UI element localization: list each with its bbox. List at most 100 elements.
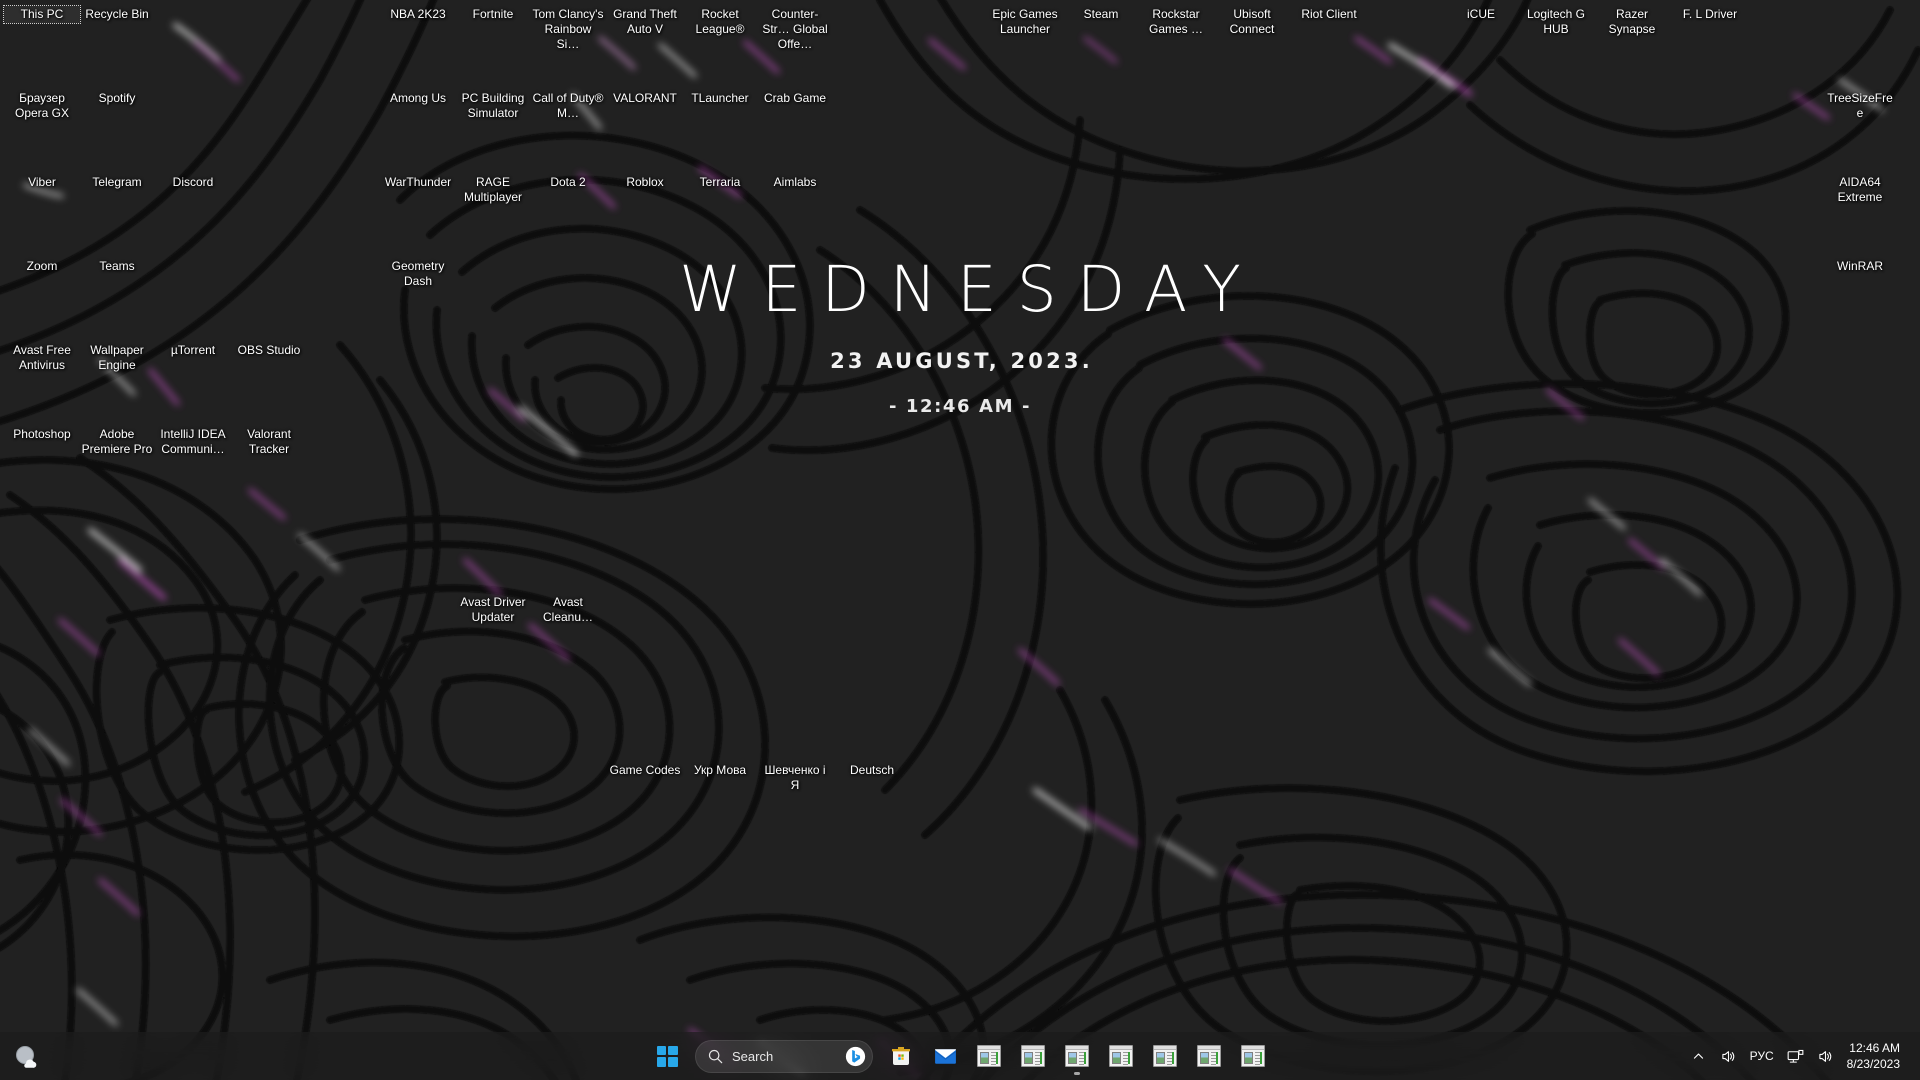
desktop-icon-label: Discord: [172, 175, 214, 189]
language-indicator[interactable]: РУС: [1744, 1038, 1780, 1074]
desktop-icon-label: Teams: [99, 259, 135, 273]
desktop-icon[interactable]: Ubisoft Connect: [1214, 6, 1290, 38]
monitor-network-icon: [1787, 1049, 1803, 1063]
start-button[interactable]: [645, 1034, 689, 1078]
desktop-icon[interactable]: F. L Driver: [1672, 6, 1748, 23]
desktop-icon[interactable]: Epic Games Launcher: [987, 6, 1063, 38]
bing-icon[interactable]: [844, 1045, 866, 1067]
desktop-icon[interactable]: Grand Theft Auto V: [607, 6, 683, 38]
desktop-icon[interactable]: Avast Cleanu…: [530, 594, 606, 626]
clock-time: 12:46 AM: [1849, 1041, 1900, 1055]
desktop-icon-label: Rocket League®: [695, 7, 745, 36]
desktop-icon[interactable]: Counter-Str… Global Offe…: [757, 6, 833, 53]
desktop-icon[interactable]: Riot Client: [1291, 6, 1367, 23]
desktop-icon[interactable]: Adobe Premiere Pro: [79, 426, 155, 458]
desktop-icon-label: Geometry Dash: [391, 259, 445, 288]
desktop-icon[interactable]: Укр Мова: [682, 762, 758, 779]
weather-widget[interactable]: [10, 1040, 44, 1074]
desktop-icon[interactable]: µTorrent: [155, 342, 231, 359]
desktop-icon[interactable]: Among Us: [380, 90, 456, 107]
desktop-icon[interactable]: Logitech G HUB: [1518, 6, 1594, 38]
desktop-icon-label: VALORANT: [613, 91, 677, 105]
desktop-icon[interactable]: Razer Synapse: [1594, 6, 1670, 38]
desktop-icon[interactable]: Roblox: [607, 174, 683, 191]
chevron-up-icon: [1693, 1053, 1704, 1059]
desktop-icon[interactable]: Recycle Bin: [79, 6, 155, 23]
desktop-icon[interactable]: OBS Studio: [231, 342, 307, 359]
desktop-icon[interactable]: Discord: [155, 174, 231, 191]
show-hidden-icons-button[interactable]: [1684, 1038, 1714, 1074]
desktop-icon[interactable]: Rocket League®: [682, 6, 758, 38]
desktop-icon[interactable]: Teams: [79, 258, 155, 275]
desktop-icon[interactable]: Шевченко і Я: [757, 762, 833, 794]
desktop-icon[interactable]: NBA 2K23: [380, 6, 456, 23]
desktop-icon[interactable]: RAGE Multiplayer: [455, 174, 531, 206]
desktop-icon[interactable]: Call of Duty® M…: [530, 90, 606, 122]
mail-icon: [934, 1048, 956, 1064]
volume-button-2[interactable]: [1811, 1038, 1841, 1074]
desktop-icon-label: Among Us: [389, 91, 447, 105]
generic-window-icon: [1065, 1045, 1089, 1067]
desktop-icon[interactable]: iCUE: [1443, 6, 1519, 23]
desktop-icon[interactable]: Wallpaper Engine: [79, 342, 155, 374]
desktop-icon[interactable]: Valorant Tracker: [231, 426, 307, 458]
taskbar-app-7[interactable]: [1231, 1034, 1275, 1078]
desktop-icon[interactable]: Game Codes: [607, 762, 683, 779]
desktop-icon[interactable]: IntelliJ IDEA Communi…: [155, 426, 231, 458]
desktop-icon[interactable]: TLauncher: [682, 90, 758, 107]
desktop-icon[interactable]: This PC: [3, 5, 81, 24]
generic-window-icon: [977, 1045, 1001, 1067]
desktop-icon[interactable]: Telegram: [79, 174, 155, 191]
desktop-icon[interactable]: Браузер Opera GX: [4, 90, 80, 122]
network-projection-button[interactable]: [1780, 1038, 1811, 1074]
desktop-icon[interactable]: WarThunder: [380, 174, 456, 191]
desktop-icon[interactable]: Deutsch: [834, 762, 910, 779]
desktop-icon[interactable]: Avast Free Antivirus: [4, 342, 80, 374]
desktop-icon[interactable]: AIDA64 Extreme: [1822, 174, 1898, 206]
desktop-icon[interactable]: Geometry Dash: [380, 258, 456, 290]
desktop-icon[interactable]: Tom Clancy's Rainbow Si…: [530, 6, 606, 53]
desktop-icon[interactable]: Zoom: [4, 258, 80, 275]
desktop-icon[interactable]: TreeSizeFree: [1822, 90, 1898, 122]
system-tray[interactable]: РУС 12:46 AM 8/23/2023: [1684, 1032, 1920, 1080]
desktop-icon[interactable]: Rockstar Games …: [1138, 6, 1214, 38]
desktop-icon[interactable]: Dota 2: [530, 174, 606, 191]
clock-button[interactable]: 12:46 AM 8/23/2023: [1841, 1036, 1912, 1076]
desktop-icon[interactable]: Steam: [1063, 6, 1139, 23]
desktop-icon[interactable]: Crab Game: [757, 90, 833, 107]
desktop-icon-label: PC Building Simulator: [461, 91, 525, 120]
taskbar-center-cluster[interactable]: Search: [645, 1032, 1275, 1080]
taskbar-app-4[interactable]: [1099, 1034, 1143, 1078]
generic-window-icon: [1197, 1045, 1221, 1067]
taskbar[interactable]: Search РУС 12:46 AM 8/23/2023: [0, 1032, 1920, 1080]
taskbar-app-1[interactable]: [967, 1034, 1011, 1078]
taskbar-app-mail[interactable]: [923, 1034, 967, 1078]
desktop-icon-label: Шевченко і Я: [764, 763, 826, 792]
clock-date: 8/23/2023: [1846, 1057, 1900, 1071]
search-input[interactable]: Search: [695, 1039, 873, 1073]
taskbar-app-3[interactable]: [1055, 1034, 1099, 1078]
desktop-icon-label: Wallpaper Engine: [90, 343, 144, 372]
desktop-icon[interactable]: Terraria: [682, 174, 758, 191]
desktop-icon[interactable]: PC Building Simulator: [455, 90, 531, 122]
desktop-icon[interactable]: Photoshop: [4, 426, 80, 443]
desktop-icon-label: AIDA64 Extreme: [1837, 175, 1883, 204]
desktop-icon-label: Logitech G HUB: [1526, 7, 1586, 36]
desktop-icon[interactable]: WinRAR: [1822, 258, 1898, 275]
desktop-icon-label: WarThunder: [384, 175, 452, 189]
taskbar-app-5[interactable]: [1143, 1034, 1187, 1078]
desktop-icon-label: This PC: [20, 7, 64, 21]
desktop[interactable]: WEDNESDAY 23 AUGUST, 2023. - 12:46 AM - …: [0, 0, 1920, 1080]
taskbar-app-microsoft-store[interactable]: [879, 1034, 923, 1078]
search-icon: [708, 1049, 723, 1063]
desktop-icon[interactable]: VALORANT: [607, 90, 683, 107]
desktop-icon[interactable]: Spotify: [79, 90, 155, 107]
taskbar-app-2[interactable]: [1011, 1034, 1055, 1078]
desktop-icon[interactable]: Avast Driver Updater: [455, 594, 531, 626]
desktop-icon[interactable]: Fortnite: [455, 6, 531, 23]
desktop-icon[interactable]: Aimlabs: [757, 174, 833, 191]
taskbar-app-6[interactable]: [1187, 1034, 1231, 1078]
desktop-icon[interactable]: Viber: [4, 174, 80, 191]
generic-window-icon: [1109, 1045, 1133, 1067]
volume-button[interactable]: [1714, 1038, 1744, 1074]
